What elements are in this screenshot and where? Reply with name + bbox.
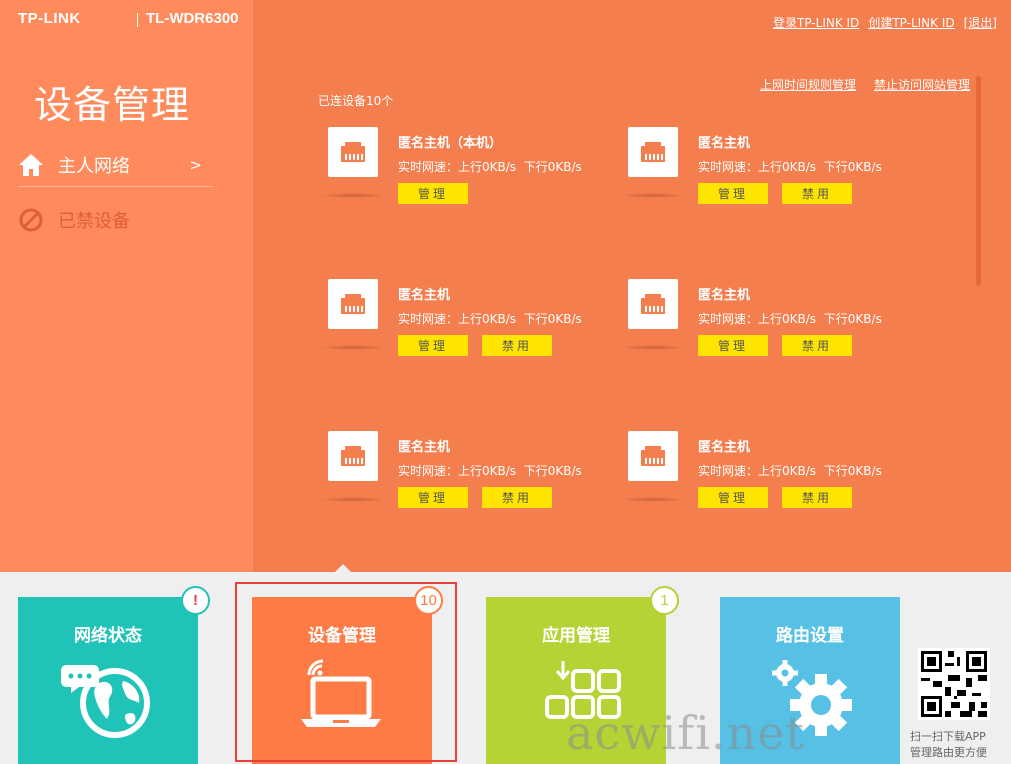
sidebar: TP-LINK TL-WDR6300 设备管理 主人网络 > 已禁设备 bbox=[0, 0, 253, 572]
download-speed: 下行0KB/s bbox=[823, 160, 882, 174]
qr-code bbox=[918, 648, 990, 720]
tile-title: 路由设置 bbox=[776, 626, 844, 646]
logo-divider bbox=[137, 13, 138, 27]
alert-badge: ! bbox=[181, 586, 210, 615]
logout-link[interactable]: [退出] bbox=[964, 14, 997, 31]
device-speed: 实时网速：上行0KB/s 下行0KB/s bbox=[398, 310, 582, 327]
tile-title: 网络状态 bbox=[74, 626, 142, 646]
device-speed: 实时网速：上行0KB/s 下行0KB/s bbox=[698, 310, 882, 327]
ethernet-port-icon bbox=[328, 279, 378, 329]
manage-button[interactable]: 管理 bbox=[698, 183, 768, 204]
sidebar-item-blocked-devices[interactable]: 已禁设备 bbox=[18, 198, 214, 242]
connected-count: 已连设备10个 bbox=[318, 94, 394, 108]
download-speed: 下行0KB/s bbox=[523, 312, 582, 326]
upload-speed: 上行0KB/s bbox=[758, 312, 817, 326]
device-name: 匿名主机（本机） bbox=[398, 136, 503, 151]
ban-icon bbox=[18, 207, 44, 233]
sidebar-item-label: 主人网络 bbox=[58, 155, 130, 177]
page-title: 设备管理 bbox=[34, 83, 191, 127]
manage-button[interactable]: 管理 bbox=[698, 335, 768, 356]
device-card: 匿名主机 实时网速：上行0KB/s 下行0KB/s 管理 禁用 bbox=[620, 431, 898, 521]
login-tplink-id-link[interactable]: 登录TP-LINK ID bbox=[773, 14, 859, 31]
device-card: 匿名主机 实时网速：上行0KB/s 下行0KB/s 管理 禁用 bbox=[620, 279, 898, 369]
tile-network-status[interactable]: 网络状态 bbox=[18, 597, 198, 764]
device-count-badge: 10 bbox=[414, 586, 443, 615]
qr-caption-line: 管理路由更方便 bbox=[910, 746, 987, 759]
globe-chat-icon bbox=[18, 659, 198, 739]
device-name: 匿名主机 bbox=[698, 136, 751, 151]
block-button[interactable]: 禁用 bbox=[782, 335, 852, 356]
header-links: 登录TP-LINK ID 创建TP-LINK ID [退出] bbox=[773, 14, 997, 31]
device-card: 匿名主机（本机） 实时网速：上行0KB/s 下行0KB/s 管理 bbox=[320, 127, 598, 217]
speed-label: 实时网速： bbox=[398, 464, 459, 478]
device-card: 匿名主机 实时网速：上行0KB/s 下行0KB/s 管理 禁用 bbox=[320, 431, 598, 521]
scrollbar[interactable] bbox=[976, 76, 981, 286]
speed-label: 实时网速： bbox=[398, 312, 459, 326]
qr-caption-line: 扫一扫下载APP bbox=[910, 730, 986, 743]
site-block-link[interactable]: 禁止访问网站管理 bbox=[874, 76, 970, 93]
sidebar-item-label: 已禁设备 bbox=[58, 211, 130, 232]
upload-speed: 上行0KB/s bbox=[458, 160, 517, 174]
sidebar-item-host-network[interactable]: 主人网络 > bbox=[18, 143, 214, 187]
upload-speed: 上行0KB/s bbox=[458, 312, 517, 326]
tile-title: 应用管理 bbox=[542, 626, 610, 646]
device-name: 匿名主机 bbox=[398, 288, 451, 303]
time-rule-link[interactable]: 上网时间规则管理 bbox=[760, 76, 856, 93]
manage-button[interactable]: 管理 bbox=[398, 335, 468, 356]
model-name: TL-WDR6300 bbox=[146, 10, 239, 27]
chevron-right-icon: > bbox=[189, 155, 202, 174]
device-speed: 实时网速：上行0KB/s 下行0KB/s bbox=[398, 462, 582, 479]
ethernet-port-icon bbox=[628, 127, 678, 177]
block-button[interactable]: 禁用 bbox=[782, 183, 852, 204]
ethernet-port-icon bbox=[328, 431, 378, 481]
card-shadow bbox=[620, 345, 686, 350]
home-icon bbox=[18, 152, 44, 178]
device-speed: 实时网速：上行0KB/s 下行0KB/s bbox=[698, 158, 882, 175]
speed-label: 实时网速： bbox=[698, 312, 759, 326]
qr-caption: 扫一扫下载APP 管理路由更方便 bbox=[910, 729, 1005, 761]
block-button[interactable]: 禁用 bbox=[482, 487, 552, 508]
device-card: 匿名主机 实时网速：上行0KB/s 下行0KB/s 管理 禁用 bbox=[620, 127, 898, 217]
ethernet-port-icon bbox=[628, 279, 678, 329]
ethernet-port-icon bbox=[628, 431, 678, 481]
download-speed: 下行0KB/s bbox=[523, 464, 582, 478]
watermark: acwifi.net bbox=[566, 706, 805, 760]
speed-label: 实时网速： bbox=[398, 160, 459, 174]
card-shadow bbox=[320, 345, 386, 350]
download-speed: 下行0KB/s bbox=[823, 464, 882, 478]
upload-speed: 上行0KB/s bbox=[758, 160, 817, 174]
device-speed: 实时网速：上行0KB/s 下行0KB/s bbox=[398, 158, 582, 175]
manage-button[interactable]: 管理 bbox=[398, 183, 468, 204]
card-shadow bbox=[620, 497, 686, 502]
device-name: 匿名主机 bbox=[698, 288, 751, 303]
upload-speed: 上行0KB/s bbox=[458, 464, 517, 478]
manage-button[interactable]: 管理 bbox=[398, 487, 468, 508]
block-button[interactable]: 禁用 bbox=[482, 335, 552, 356]
tplink-logo: TP-LINK bbox=[18, 10, 81, 27]
card-shadow bbox=[320, 497, 386, 502]
block-button[interactable]: 禁用 bbox=[782, 487, 852, 508]
device-name: 匿名主机 bbox=[698, 440, 751, 455]
rule-links: 上网时间规则管理 禁止访问网站管理 bbox=[760, 76, 970, 93]
speed-label: 实时网速： bbox=[698, 160, 759, 174]
create-tplink-id-link[interactable]: 创建TP-LINK ID bbox=[868, 14, 954, 31]
device-speed: 实时网速：上行0KB/s 下行0KB/s bbox=[698, 462, 882, 479]
card-shadow bbox=[620, 193, 686, 198]
speed-label: 实时网速： bbox=[698, 464, 759, 478]
card-shadow bbox=[320, 193, 386, 198]
app-count-badge: 1 bbox=[650, 586, 679, 615]
upload-speed: 上行0KB/s bbox=[758, 464, 817, 478]
ethernet-port-icon bbox=[328, 127, 378, 177]
active-pointer bbox=[334, 564, 352, 573]
download-speed: 下行0KB/s bbox=[523, 160, 582, 174]
manage-button[interactable]: 管理 bbox=[698, 487, 768, 508]
device-name: 匿名主机 bbox=[398, 440, 451, 455]
device-card: 匿名主机 实时网速：上行0KB/s 下行0KB/s 管理 禁用 bbox=[320, 279, 598, 369]
download-speed: 下行0KB/s bbox=[823, 312, 882, 326]
